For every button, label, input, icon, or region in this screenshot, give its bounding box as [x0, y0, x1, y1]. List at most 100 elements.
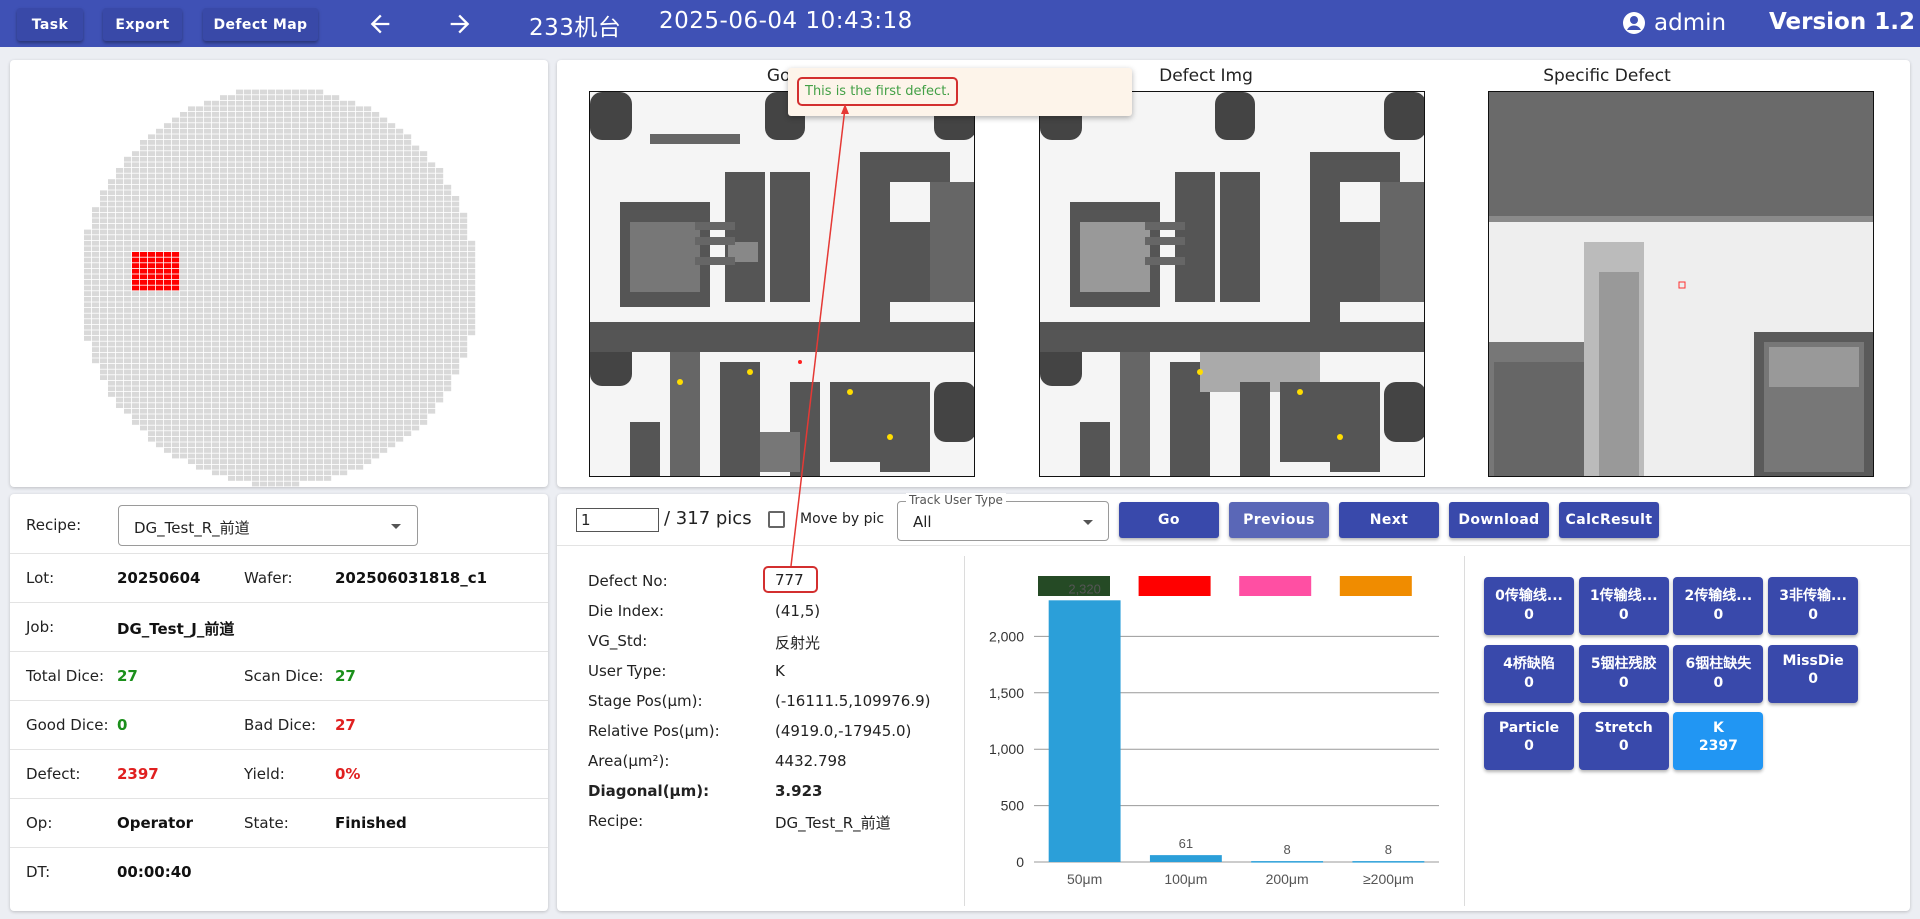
forward-arrow-icon[interactable] [446, 10, 474, 38]
wafer-die [284, 386, 292, 392]
wafer-die [364, 436, 372, 442]
wafer-die [380, 179, 388, 184]
wafer-die [396, 280, 404, 285]
wafer-die [252, 481, 260, 487]
wafer-die [388, 123, 396, 128]
wafer-die [468, 319, 476, 324]
wafer-die [132, 408, 140, 414]
wafer-die [412, 207, 420, 212]
wafer-die [364, 246, 372, 252]
wafer-die [444, 336, 452, 341]
wafer-die [316, 470, 324, 476]
wafer-die [244, 464, 252, 470]
category-button[interactable]: 6铟柱缺失 0 [1673, 644, 1764, 703]
wafer-die [204, 431, 212, 436]
wafer-die [388, 324, 396, 330]
wafer-die [372, 364, 380, 369]
wafer-die [340, 257, 348, 263]
category-button[interactable]: 4桥缺陷 0 [1484, 644, 1574, 703]
category-button[interactable]: MissDie 0 [1768, 644, 1859, 703]
wafer-die [148, 308, 156, 313]
export-button[interactable]: Export [103, 8, 182, 41]
wafer-die [188, 448, 196, 453]
wafer-die [260, 106, 268, 112]
wafer-die [388, 336, 396, 341]
wafer-die [388, 308, 396, 313]
back-arrow-icon[interactable] [366, 10, 394, 38]
wafer-die [468, 308, 476, 313]
wafer-die [204, 442, 212, 448]
wafer-die [236, 448, 244, 453]
wafer-die [404, 179, 412, 184]
calc-result-button[interactable]: CalcResult [1559, 502, 1659, 538]
wafer-die [348, 106, 356, 112]
wafer-die [212, 240, 220, 246]
defect-map-button[interactable]: Defect Map [203, 8, 318, 41]
task-button[interactable]: Task [17, 8, 83, 41]
go-button[interactable]: Go [1119, 502, 1219, 538]
wafer-die [172, 369, 180, 375]
wafer-die [260, 173, 268, 179]
wafer-die [220, 190, 228, 196]
wafer-die [228, 420, 236, 425]
wafer-die [100, 229, 108, 235]
wafer-map[interactable] [10, 60, 548, 487]
defect-die [164, 252, 172, 257]
wafer-die [204, 128, 212, 134]
wafer-die [244, 235, 252, 240]
wafer-die [396, 313, 404, 319]
user-menu[interactable]: admin [1622, 10, 1726, 36]
move-by-pic-checkbox[interactable] [768, 511, 785, 528]
wafer-die [436, 168, 444, 173]
category-button[interactable]: K 2397 [1673, 712, 1764, 770]
wafer-die [444, 375, 452, 380]
wafer-die [404, 347, 412, 352]
wafer-die [340, 375, 348, 380]
category-button[interactable]: 5铟柱残胶 0 [1578, 644, 1669, 703]
category-button[interactable]: Stretch 0 [1578, 712, 1669, 770]
previous-button[interactable]: Previous [1229, 502, 1329, 538]
defect-image[interactable] [1039, 91, 1425, 477]
wafer-die [108, 313, 116, 319]
download-button[interactable]: Download [1449, 502, 1549, 538]
wafer-die [348, 464, 356, 470]
category-button[interactable]: 1传输线... 0 [1578, 577, 1669, 635]
wafer-die [100, 257, 108, 263]
specific-defect-image[interactable] [1488, 91, 1874, 477]
wafer-die [356, 229, 364, 235]
wafer-die [108, 179, 116, 184]
page-number-input[interactable]: 1 [576, 508, 659, 532]
wafer-die [460, 240, 468, 246]
wafer-die [108, 319, 116, 324]
wafer-die [372, 341, 380, 347]
wafer-die [300, 420, 308, 425]
category-button[interactable]: 3非传输... 0 [1768, 577, 1859, 635]
track-user-type-select[interactable]: Track User Type All [897, 493, 1109, 541]
recipe-select[interactable]: DG_Test_R_前道 [118, 505, 418, 546]
wafer-die [204, 145, 212, 151]
wafer-die [396, 302, 404, 308]
wafer-die [380, 263, 388, 268]
wafer-die [204, 453, 212, 459]
category-button[interactable]: Particle 0 [1484, 712, 1574, 770]
wafer-die [292, 425, 300, 431]
wafer-die [404, 420, 412, 425]
wafer-die [372, 257, 380, 263]
category-button[interactable]: 2传输线... 0 [1673, 577, 1764, 635]
wafer-die [364, 285, 372, 291]
wafer-die [324, 442, 332, 448]
wafer-die [308, 448, 316, 453]
wafer-die [204, 268, 212, 274]
wafer-die [420, 151, 428, 156]
wafer-die [412, 235, 420, 240]
wafer-die [364, 168, 372, 173]
wafer-die [356, 156, 364, 162]
wafer-die [236, 302, 244, 308]
golden-image[interactable] [589, 91, 975, 477]
wafer-die [412, 252, 420, 257]
category-button[interactable]: 0传输线... 0 [1484, 577, 1574, 635]
wafer-die [268, 313, 276, 319]
wafer-die [460, 280, 468, 285]
next-button[interactable]: Next [1339, 502, 1439, 538]
wafer-die [372, 246, 380, 252]
